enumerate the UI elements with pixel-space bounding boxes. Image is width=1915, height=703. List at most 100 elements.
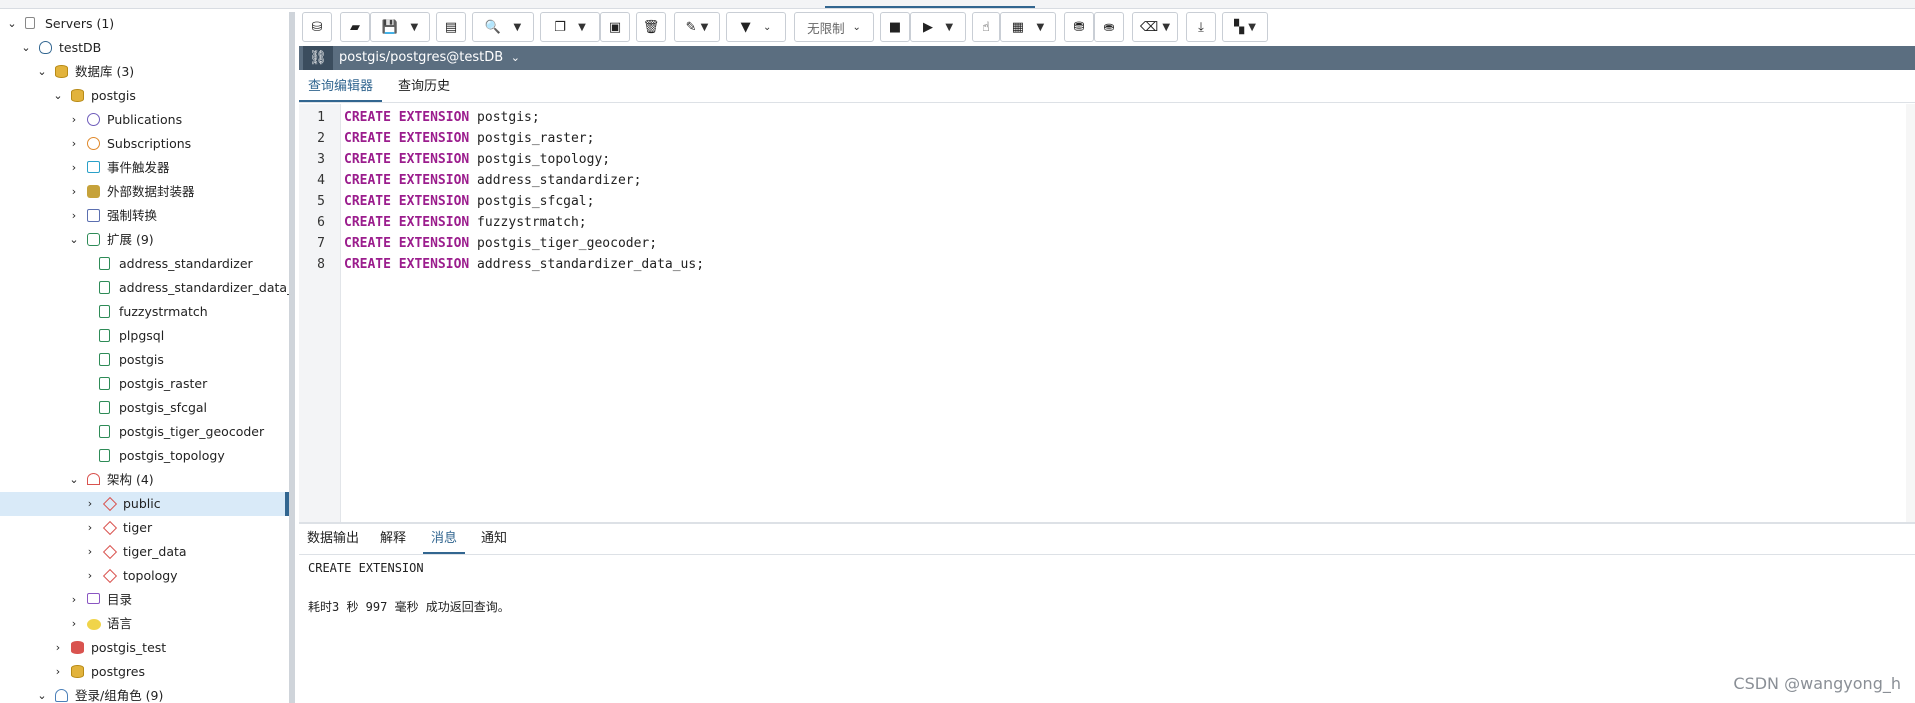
tree-item-schema-topology[interactable]: › topology — [0, 564, 289, 588]
open-file-icon[interactable]: ▰ — [340, 12, 370, 42]
chevron-right-icon[interactable]: › — [84, 492, 96, 516]
tree-item-casts[interactable]: › 强制转换 — [0, 204, 289, 228]
explain-analyze-button[interactable]: ▦ ▼ — [1000, 12, 1056, 42]
tree-item-schemas[interactable]: ⌄ 架构 (4) — [0, 468, 289, 492]
execute-button[interactable]: ▶ ▼ — [910, 12, 966, 42]
tree-item-schema-public[interactable]: › public — [0, 492, 289, 516]
chevron-right-icon[interactable]: › — [68, 180, 80, 204]
tab-messages[interactable]: 消息 — [423, 524, 466, 554]
download-icon[interactable]: ⤓ — [1186, 12, 1216, 42]
chevron-down-icon[interactable]: ⌄ — [68, 468, 80, 492]
chevron-right-icon[interactable]: › — [68, 156, 80, 180]
paste-icon[interactable]: ▣ — [600, 12, 630, 42]
tree-item-extension[interactable]: address_standardizer_data_us — [0, 276, 289, 300]
tree-item-extension[interactable]: postgis_sfcgal — [0, 396, 289, 420]
clear-button[interactable]: ⌫ ▼ — [1132, 12, 1178, 42]
tree-item-publications[interactable]: › Publications — [0, 108, 289, 132]
chevron-right-icon[interactable]: › — [84, 564, 96, 588]
row-limit-select[interactable]: 无限制 ⌄ — [794, 12, 874, 42]
copy-button[interactable]: ❐ ▼ — [540, 12, 600, 42]
chevron-down-icon[interactable]: ▼ — [578, 22, 586, 33]
chevron-down-icon[interactable]: ⌄ — [36, 60, 48, 84]
tree-item-databases[interactable]: ⌄ 数据库 (3) — [0, 60, 289, 84]
chevron-down-icon[interactable]: ▼ — [701, 22, 709, 33]
tab-data-output[interactable]: 数据输出 — [299, 524, 367, 554]
tab-notifications[interactable]: 通知 — [473, 524, 515, 554]
database-icon[interactable]: ⛁ — [302, 12, 332, 42]
editor-scrollbar[interactable] — [1906, 104, 1915, 522]
tree-item-extension[interactable]: postgis_tiger_geocoder — [0, 420, 289, 444]
tree-item-extension[interactable]: postgis_raster — [0, 372, 289, 396]
chevron-right-icon[interactable]: › — [52, 660, 64, 684]
tree-item-extension[interactable]: plpgsql — [0, 324, 289, 348]
tree-item-schema-tiger-data[interactable]: › tiger_data — [0, 540, 289, 564]
chevron-down-icon[interactable]: ▼ — [1162, 22, 1170, 33]
tree-item-schema-tiger[interactable]: › tiger — [0, 516, 289, 540]
link-icon[interactable]: ⛓ — [303, 46, 333, 70]
macros-button[interactable]: ▚ ▼ — [1222, 12, 1268, 42]
tree-item-fdw[interactable]: › 外部数据封装器 — [0, 180, 289, 204]
tree-label: 语言 — [107, 616, 133, 631]
save-data-icon[interactable]: ▤ — [436, 12, 466, 42]
tree-splitter[interactable] — [289, 12, 295, 703]
extension-icon — [99, 353, 110, 366]
line-number: 6 — [317, 215, 325, 230]
chevron-down-icon[interactable]: ▼ — [513, 22, 521, 33]
chevron-right-icon[interactable]: › — [68, 612, 80, 636]
tree-item-extension[interactable]: postgis_topology — [0, 444, 289, 468]
chevron-down-icon[interactable]: ▼ — [410, 22, 418, 33]
tab-query-history[interactable]: 查询历史 — [389, 72, 459, 102]
tree-item-testdb[interactable]: ⌄ testDB — [0, 36, 289, 60]
chevron-right-icon[interactable]: › — [68, 108, 80, 132]
stop-icon[interactable]: ■ — [880, 12, 910, 42]
tree-item-extensions[interactable]: ⌄ 扩展 (9) — [0, 228, 289, 252]
filter-button[interactable]: ▼ ⌄ — [726, 12, 786, 42]
chevron-down-icon[interactable]: ▼ — [1037, 22, 1045, 33]
search-button[interactable]: 🔍 ▼ — [472, 12, 534, 42]
tree-item-catalogs[interactable]: › 目录 — [0, 588, 289, 612]
tree-label: public — [123, 496, 161, 511]
chevron-down-icon[interactable]: ⌄ — [68, 228, 80, 252]
chevron-down-icon[interactable]: ▼ — [1248, 22, 1256, 33]
tree-item-event-triggers[interactable]: › 事件触发器 — [0, 156, 289, 180]
delete-icon[interactable]: 🗑 — [636, 12, 666, 42]
tree-item-postgis-db[interactable]: ⌄ postgis — [0, 84, 289, 108]
tree-item-extension[interactable]: fuzzystrmatch — [0, 300, 289, 324]
tree-item-login-roles[interactable]: ⌄ 登录/组角色 (9) — [0, 684, 289, 703]
commit-icon[interactable]: ⛃ — [1064, 12, 1094, 42]
tree-item-postgres[interactable]: › postgres — [0, 660, 289, 684]
tree-label: 数据库 (3) — [75, 64, 135, 79]
tree-label: plpgsql — [119, 328, 165, 343]
tree-item-postgis-test[interactable]: › postgis_test — [0, 636, 289, 660]
chevron-right-icon[interactable]: › — [52, 636, 64, 660]
top-tab-strip — [0, 0, 1915, 9]
chevron-right-icon[interactable]: › — [68, 132, 80, 156]
tab-query-editor[interactable]: 查询编辑器 — [299, 72, 383, 102]
chevron-down-icon[interactable]: ⌄ — [36, 684, 48, 703]
connection-selector[interactable]: postgis/postgres@testDB ⌄ — [339, 46, 520, 70]
explain-icon[interactable]: ☝ — [972, 12, 1000, 42]
tree-item-extension[interactable]: address_standardizer — [0, 252, 289, 276]
chevron-down-icon[interactable]: ⌄ — [52, 84, 64, 108]
chevron-right-icon[interactable]: › — [84, 540, 96, 564]
save-button[interactable]: 💾 ▼ — [370, 12, 430, 42]
tree-item-extension[interactable]: postgis — [0, 348, 289, 372]
tree-item-subscriptions[interactable]: › Subscriptions — [0, 132, 289, 156]
chevron-right-icon[interactable]: › — [68, 204, 80, 228]
object-browser-tree[interactable]: ⌄ Servers (1) ⌄ testDB ⌄ 数据库 (3) ⌄ postg… — [0, 12, 289, 703]
chevron-right-icon[interactable]: › — [84, 516, 96, 540]
chevron-down-icon[interactable]: ⌄ — [763, 22, 771, 33]
code-line: CREATE EXTENSION postgis_sfcgal; — [344, 194, 594, 209]
chevron-down-icon[interactable]: ⌄ — [6, 12, 18, 36]
chevron-down-icon[interactable]: ⌄ — [20, 36, 32, 60]
connection-bar[interactable]: ⛓ postgis/postgres@testDB ⌄ — [299, 46, 1915, 70]
tab-explain[interactable]: 解释 — [372, 524, 414, 554]
chevron-right-icon[interactable]: › — [68, 588, 80, 612]
edit-button[interactable]: ✎ ▼ — [674, 12, 720, 42]
tree-item-servers[interactable]: ⌄ Servers (1) — [0, 12, 289, 36]
tree-item-languages[interactable]: › 语言 — [0, 612, 289, 636]
chevron-down-icon[interactable]: ▼ — [945, 22, 953, 33]
clear-icon: ⌫ — [1139, 19, 1159, 35]
rollback-icon[interactable]: ⛂ — [1094, 12, 1124, 42]
message-output: CREATE EXTENSION — [308, 561, 424, 575]
